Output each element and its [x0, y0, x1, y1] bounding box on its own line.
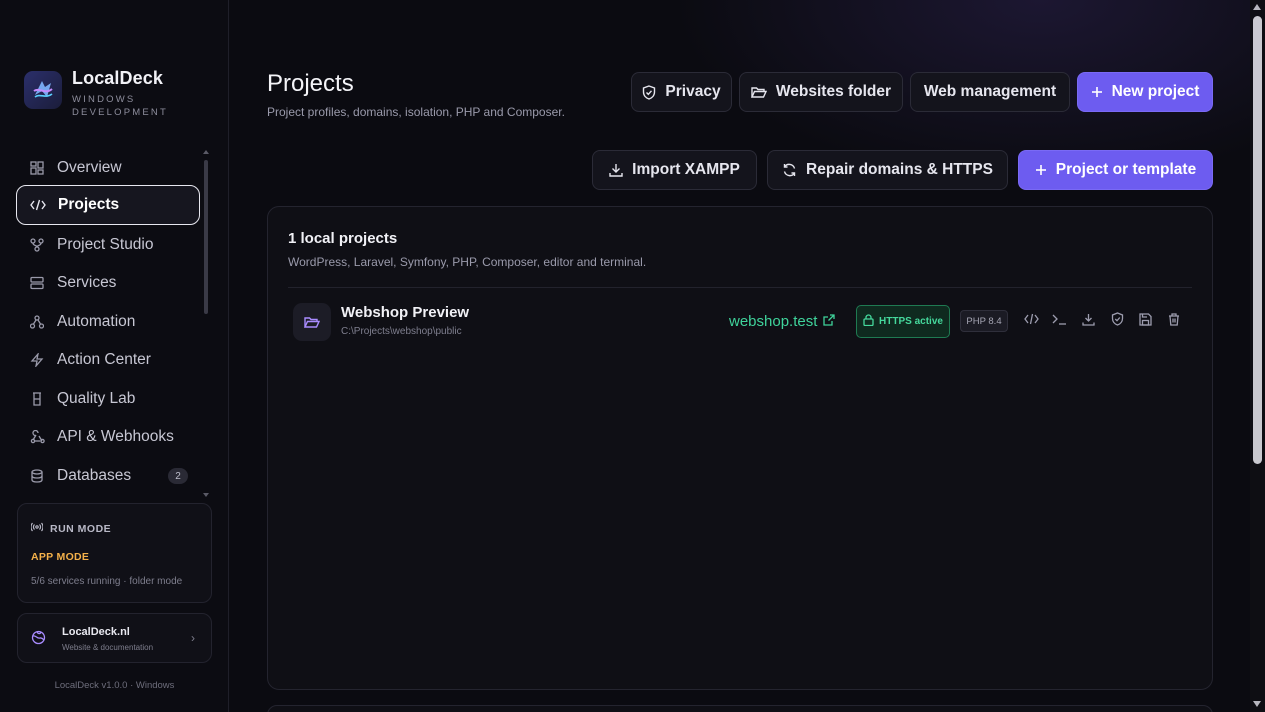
run-mode-status: 5/6 services running · folder mode: [31, 576, 183, 587]
workflow-icon: [29, 314, 45, 330]
sidebar: LocalDeck WINDOWS DEVELOPMENT Overview P…: [0, 0, 229, 712]
website-name: LocalDeck.nl: [62, 626, 130, 638]
broadcast-icon: [30, 522, 44, 535]
sidebar-item-databases[interactable]: Databases 2: [16, 456, 200, 496]
save-icon[interactable]: [1137, 311, 1153, 327]
sidebar-item-quality-lab[interactable]: Quality Lab: [16, 379, 200, 419]
page-subtitle: Project profiles, domains, isolation, PH…: [267, 105, 565, 119]
app-name: LocalDeck: [72, 68, 163, 88]
new-project-button[interactable]: New project: [1077, 72, 1213, 112]
projects-count-title: 1 local projects: [288, 230, 398, 247]
sidebar-scroll-down-arrow[interactable]: [203, 493, 209, 497]
sidebar-scroll-up-arrow[interactable]: [203, 150, 209, 154]
shield-check-icon[interactable]: [1109, 311, 1125, 327]
sidebar-item-project-studio[interactable]: Project Studio: [16, 225, 200, 265]
project-or-template-button[interactable]: Project or template: [1018, 150, 1213, 190]
branch-icon: [29, 237, 45, 253]
sidebar-item-api-webhooks[interactable]: API & Webhooks: [16, 417, 200, 457]
sidebar-item-action-center[interactable]: Action Center: [16, 340, 200, 380]
new-project-label: New project: [1111, 83, 1200, 100]
app-subtitle-line1: WINDOWS: [72, 94, 136, 105]
code-icon: [30, 197, 46, 213]
sidebar-item-label: Quality Lab: [57, 390, 136, 407]
projects-card: 1 local projects WordPress, Laravel, Sym…: [267, 206, 1213, 690]
web-management-button[interactable]: Web management: [910, 72, 1070, 112]
page-title: Projects: [267, 70, 354, 97]
grid-icon: [29, 160, 45, 176]
page-scroll-up-arrow[interactable]: [1253, 4, 1261, 10]
run-mode-title: RUN MODE: [50, 522, 112, 535]
run-mode-panel: RUN MODE APP MODE 5/6 services running ·…: [17, 503, 212, 603]
chevron-right-icon: ›: [191, 631, 195, 645]
sidebar-item-label: Overview: [57, 159, 122, 176]
sidebar-item-label: Action Center: [57, 351, 151, 368]
next-card-edge: [267, 705, 1213, 712]
https-status-badge: HTTPS active: [856, 305, 950, 338]
websites-folder-label: Websites folder: [775, 83, 892, 100]
sidebar-scrollbar[interactable]: [204, 160, 208, 314]
refresh-icon: [782, 163, 797, 177]
database-icon: [29, 468, 45, 484]
sidebar-item-label: Project Studio: [57, 236, 154, 253]
sidebar-item-label: Services: [57, 274, 117, 291]
sidebar-item-projects[interactable]: Projects: [16, 185, 200, 225]
sidebar-item-label: API & Webhooks: [57, 428, 174, 445]
web-management-label: Web management: [923, 83, 1057, 100]
project-folder-icon[interactable]: [293, 303, 331, 341]
repair-domains-label: Repair domains & HTTPS: [806, 161, 993, 178]
https-status-label: HTTPS active: [879, 316, 943, 327]
php-version-badge: PHP 8.4: [960, 310, 1008, 332]
project-path: C:\Projects\webshop\public: [341, 326, 462, 337]
page-scroll-down-arrow[interactable]: [1253, 701, 1261, 707]
lock-icon: [863, 314, 874, 329]
sidebar-item-label: Databases: [57, 467, 132, 484]
privacy-button-label: Privacy: [665, 83, 721, 100]
privacy-button[interactable]: Privacy: [631, 72, 732, 112]
server-icon: [29, 275, 45, 291]
sidebar-item-automation[interactable]: Automation: [16, 302, 200, 342]
brand[interactable]: LocalDeck WINDOWS DEVELOPMENT: [24, 68, 168, 119]
divider: [288, 287, 1192, 288]
flask-icon: [29, 391, 45, 407]
trash-icon[interactable]: [1166, 311, 1182, 327]
folder-open-icon: [750, 86, 767, 99]
project-name: Webshop Preview: [341, 304, 470, 321]
plus-icon: [1091, 86, 1103, 98]
open-editor-icon[interactable]: [1023, 311, 1039, 327]
shield-icon: [642, 84, 656, 100]
download-icon[interactable]: [1080, 311, 1096, 327]
databases-count-badge: 2: [168, 468, 188, 484]
website-subtitle: Website & documentation: [62, 643, 154, 652]
websites-folder-button[interactable]: Websites folder: [739, 72, 903, 112]
globe-icon: [31, 630, 46, 650]
external-link-icon: [823, 313, 836, 330]
website-link-card[interactable]: LocalDeck.nl Website & documentation ›: [17, 613, 212, 663]
sidebar-item-label: Projects: [58, 196, 120, 213]
project-domain-link[interactable]: webshop.test: [729, 313, 836, 330]
project-domain: webshop.test: [729, 313, 818, 330]
bolt-icon: [29, 352, 45, 368]
project-or-template-label: Project or template: [1055, 161, 1197, 178]
plus-icon: [1035, 164, 1047, 176]
import-xampp-label: Import XAMPP: [632, 161, 740, 178]
projects-subtitle: WordPress, Laravel, Symfony, PHP, Compos…: [288, 255, 647, 269]
localdeck-logo: [24, 71, 62, 109]
sidebar-item-label: Automation: [57, 313, 136, 330]
app-subtitle-line2: DEVELOPMENT: [72, 107, 168, 118]
terminal-icon[interactable]: [1051, 311, 1067, 327]
import-xampp-button[interactable]: Import XAMPP: [592, 150, 757, 190]
sidebar-item-overview[interactable]: Overview: [16, 148, 200, 188]
run-mode-value: APP MODE: [31, 551, 90, 563]
sidebar-nav: Overview Projects Project Studio Service…: [16, 148, 212, 496]
page-scrollbar-thumb[interactable]: [1253, 16, 1262, 464]
download-icon: [609, 163, 623, 177]
webhook-icon: [29, 429, 45, 445]
sidebar-item-services[interactable]: Services: [16, 263, 200, 303]
app-version: LocalDeck v1.0.0 · Windows: [54, 680, 175, 691]
repair-domains-button[interactable]: Repair domains & HTTPS: [767, 150, 1008, 190]
